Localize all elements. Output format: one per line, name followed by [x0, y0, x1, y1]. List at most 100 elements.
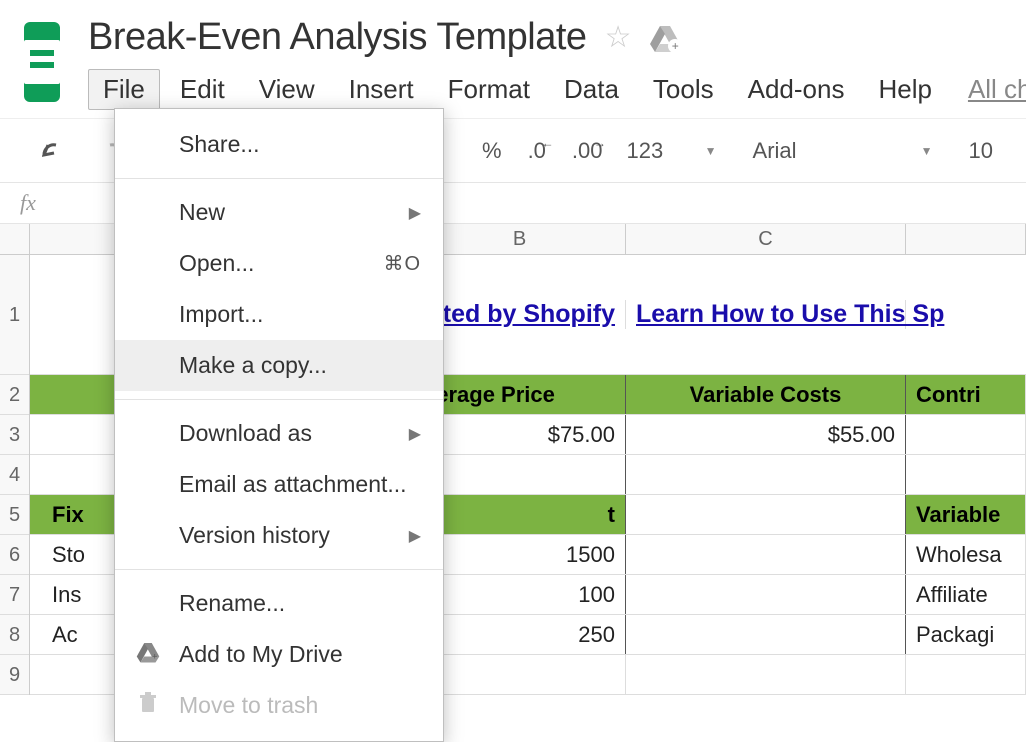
menu-bar: File Edit View Insert Format Data Tools …	[88, 69, 1026, 110]
menu-file[interactable]: File	[88, 69, 160, 110]
cell[interactable]	[414, 655, 626, 694]
submenu-arrow-icon: ▶	[409, 526, 421, 546]
cell[interactable]	[906, 415, 1026, 454]
select-all-corner[interactable]	[0, 224, 30, 254]
cell[interactable]: Variable	[906, 495, 1026, 534]
cell[interactable]	[906, 455, 1026, 494]
document-title[interactable]: Break-Even Analysis Template	[88, 16, 587, 59]
row-header[interactable]: 5	[0, 495, 29, 535]
menu-item-label: Version history	[179, 522, 330, 549]
cell[interactable]	[626, 495, 906, 534]
chevron-down-icon: ▼	[705, 144, 717, 158]
trash-icon	[133, 692, 163, 720]
cell[interactable]: Variable Costs	[626, 375, 906, 414]
learn-link[interactable]: Learn How to Use This Sp	[636, 300, 944, 329]
menu-data[interactable]: Data	[550, 70, 633, 109]
cell[interactable]	[626, 535, 906, 574]
drive-icon: +	[133, 641, 163, 669]
menu-insert[interactable]: Insert	[335, 70, 428, 109]
file-open[interactable]: Open... ⌘O	[115, 238, 443, 289]
file-add-to-drive[interactable]: + Add to My Drive	[115, 629, 443, 680]
file-move-to-trash: Move to trash	[115, 680, 443, 731]
file-import[interactable]: Import...	[115, 289, 443, 340]
column-header-d[interactable]	[906, 224, 1026, 254]
cell[interactable]: Contri	[906, 375, 1026, 414]
file-rename[interactable]: Rename...	[115, 578, 443, 629]
row-header[interactable]: 4	[0, 455, 29, 495]
menu-item-label: Share...	[179, 131, 260, 158]
cell[interactable]: $75.00	[414, 415, 626, 454]
row-header[interactable]: 7	[0, 575, 29, 615]
menu-view[interactable]: View	[245, 70, 329, 109]
row-header[interactable]: 8	[0, 615, 29, 655]
file-version-history[interactable]: Version history ▶	[115, 510, 443, 561]
row-header[interactable]: 3	[0, 415, 29, 455]
menu-item-label: Add to My Drive	[179, 641, 343, 668]
file-menu-dropdown: Share... New ▶ Open... ⌘O Import... Make…	[114, 108, 444, 742]
cell[interactable]	[626, 455, 906, 494]
font-family-select[interactable]: Arial ▼	[743, 134, 943, 168]
fx-icon: fx	[20, 190, 36, 216]
font-size-label: 10	[969, 138, 993, 164]
cell[interactable]	[906, 655, 1026, 694]
keyboard-shortcut: ⌘O	[383, 251, 421, 276]
menu-item-label: Download as	[179, 420, 312, 447]
file-share[interactable]: Share...	[115, 119, 443, 170]
row-header[interactable]: 9	[0, 655, 29, 695]
cell[interactable]: Wholesa	[906, 535, 1026, 574]
svg-text:+: +	[152, 651, 157, 661]
cell[interactable]: Packagi	[906, 615, 1026, 654]
cell[interactable]: ted by Shopify	[414, 300, 626, 329]
menu-item-label: Move to trash	[179, 692, 318, 719]
file-make-a-copy[interactable]: Make a copy...	[115, 340, 443, 391]
font-size-select[interactable]: 10 ▼	[959, 134, 1026, 168]
cell[interactable]: verage Price	[414, 375, 626, 414]
menu-addons[interactable]: Add-ons	[734, 70, 859, 109]
star-icon[interactable]: ☆	[605, 20, 631, 55]
submenu-arrow-icon: ▶	[409, 424, 421, 444]
decrease-decimal-button[interactable]: .0←	[516, 132, 558, 170]
cell[interactable]: $55.00	[626, 415, 906, 454]
file-email-attachment[interactable]: Email as attachment...	[115, 459, 443, 510]
shopify-link[interactable]: ted by Shopify	[443, 300, 615, 329]
menu-edit[interactable]: Edit	[166, 70, 239, 109]
menu-item-label: Import...	[179, 301, 263, 328]
cell[interactable]	[626, 575, 906, 614]
undo-button[interactable]	[30, 135, 82, 167]
row-header[interactable]: 1	[0, 255, 29, 375]
column-header-c[interactable]: C	[626, 224, 906, 254]
cell[interactable]: Affiliate	[906, 575, 1026, 614]
column-header-b[interactable]: B	[414, 224, 626, 254]
cell[interactable]: 250	[414, 615, 626, 654]
menu-item-label: New	[179, 199, 225, 226]
row-header[interactable]: 2	[0, 375, 29, 415]
cell[interactable]: 100	[414, 575, 626, 614]
menu-item-label: Rename...	[179, 590, 285, 617]
svg-text:+: +	[672, 39, 679, 52]
number-format-label: 123	[627, 138, 664, 164]
save-status[interactable]: All changes	[952, 74, 1026, 105]
cell[interactable]: Learn How to Use This Sp	[626, 300, 906, 329]
cell[interactable]	[626, 615, 906, 654]
cell[interactable]: 1500	[414, 535, 626, 574]
cell[interactable]	[626, 655, 906, 694]
menu-format[interactable]: Format	[434, 70, 544, 109]
number-format-select[interactable]: 123 ▼	[617, 134, 727, 168]
menu-tools[interactable]: Tools	[639, 70, 728, 109]
drive-add-icon[interactable]: +	[649, 24, 681, 52]
cell[interactable]: t	[414, 495, 626, 534]
row-header[interactable]: 6	[0, 535, 29, 575]
menu-item-label: Open...	[179, 250, 254, 277]
increase-decimal-button[interactable]: .00→	[560, 132, 615, 170]
percent-format-button[interactable]: %	[470, 132, 514, 170]
menu-item-label: Email as attachment...	[179, 471, 407, 498]
file-new[interactable]: New ▶	[115, 187, 443, 238]
submenu-arrow-icon: ▶	[409, 203, 421, 223]
menu-item-label: Make a copy...	[179, 352, 327, 379]
menu-help[interactable]: Help	[864, 70, 945, 109]
sheets-logo	[24, 22, 60, 102]
chevron-down-icon: ▼	[921, 144, 933, 158]
cell[interactable]	[414, 455, 626, 494]
file-download-as[interactable]: Download as ▶	[115, 408, 443, 459]
font-family-label: Arial	[753, 138, 797, 164]
